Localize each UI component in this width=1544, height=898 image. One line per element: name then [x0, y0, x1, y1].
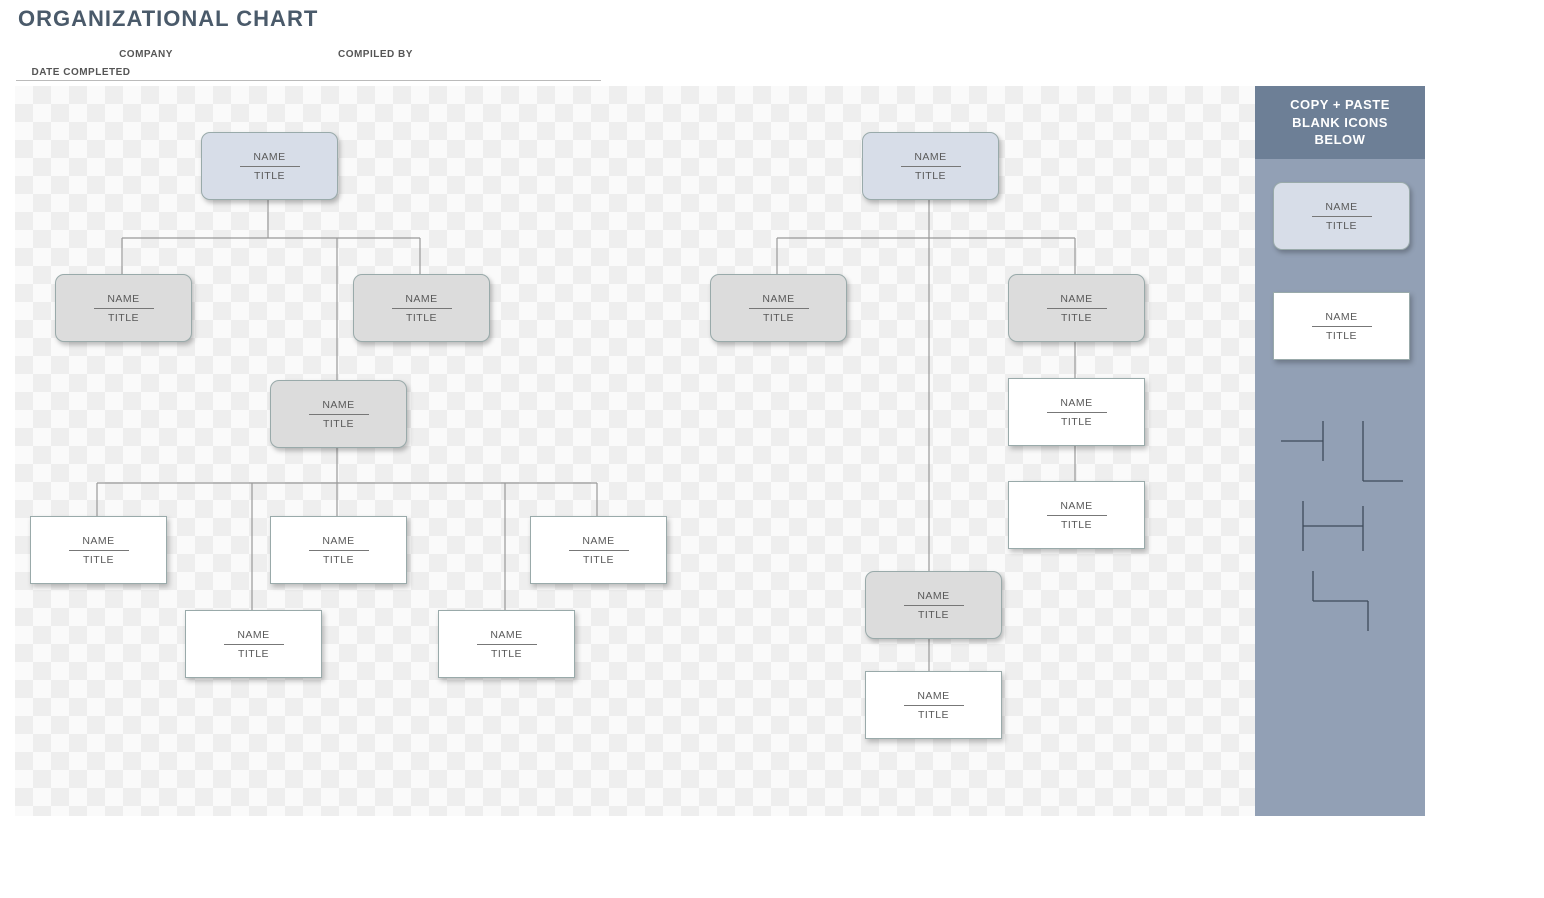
node-name: NAME [82, 535, 114, 547]
node-name: NAME [490, 629, 522, 641]
org-node[interactable]: NAME TITLE [1008, 378, 1145, 446]
node-title: TITLE [1326, 330, 1357, 342]
node-title: TITLE [83, 554, 114, 566]
sidebar-templates: COPY + PASTE BLANK ICONS BELOW NAME TITL… [1255, 86, 1425, 816]
org-node[interactable]: NAME TITLE [270, 380, 407, 448]
node-name: NAME [322, 535, 354, 547]
sb-h1: COPY + PASTE [1290, 97, 1390, 112]
org-node[interactable]: NAME TITLE [1008, 274, 1145, 342]
node-title: TITLE [323, 418, 354, 430]
node-title: TITLE [763, 312, 794, 324]
node-name: NAME [237, 629, 269, 641]
org-node[interactable]: NAME TITLE [30, 516, 167, 584]
org-node[interactable]: NAME TITLE [865, 671, 1002, 739]
node-name: NAME [1060, 500, 1092, 512]
org-node[interactable]: NAME TITLE [270, 516, 407, 584]
meta-company: COMPANY [16, 47, 276, 62]
connector-template-l[interactable] [1273, 496, 1408, 556]
org-node[interactable]: NAME TITLE [438, 610, 575, 678]
node-name: NAME [914, 151, 946, 163]
node-name: NAME [1325, 311, 1357, 323]
connector-template-t[interactable] [1273, 416, 1408, 486]
node-title: TITLE [108, 312, 139, 324]
node-title: TITLE [1326, 220, 1357, 232]
node-title: TITLE [918, 609, 949, 621]
node-title: TITLE [1061, 416, 1092, 428]
node-name: NAME [1325, 201, 1357, 213]
org-node-root-left[interactable]: NAME TITLE [201, 132, 338, 200]
node-name: NAME [917, 590, 949, 602]
node-title: TITLE [583, 554, 614, 566]
node-title: TITLE [254, 170, 285, 182]
org-node-root-right[interactable]: NAME TITLE [862, 132, 999, 200]
node-title: TITLE [238, 648, 269, 660]
meta-compiled-by: COMPILED BY [280, 47, 470, 62]
org-chart-canvas[interactable]: NAMETITLE NAMETITLE NAMETITLE NAMETITLE … [15, 86, 1255, 816]
node-name: NAME [582, 535, 614, 547]
node-title: TITLE [491, 648, 522, 660]
node-title: TITLE [406, 312, 437, 324]
node-name: NAME [917, 690, 949, 702]
sb-h3: BELOW [1315, 132, 1366, 147]
connector-template-step[interactable] [1273, 566, 1408, 636]
template-node-white[interactable]: NAME TITLE [1273, 292, 1410, 360]
node-name: NAME [253, 151, 285, 163]
node-title: TITLE [918, 709, 949, 721]
org-node[interactable]: NAME TITLE [865, 571, 1002, 639]
meta-row: COMPANY COMPILED BY DATE COMPLETED [16, 44, 601, 81]
org-node[interactable]: NAME TITLE [1008, 481, 1145, 549]
node-name: NAME [107, 293, 139, 305]
sb-h2: BLANK ICONS [1292, 115, 1388, 130]
org-node[interactable]: NAME TITLE [185, 610, 322, 678]
meta-date-completed: DATE COMPLETED [16, 65, 146, 80]
connectors [15, 86, 1255, 816]
node-title: TITLE [915, 170, 946, 182]
page-title: ORGANIZATIONAL CHART [18, 6, 318, 32]
org-node[interactable]: NAME TITLE [353, 274, 490, 342]
node-title: TITLE [323, 554, 354, 566]
node-name: NAME [1060, 293, 1092, 305]
node-title: TITLE [1061, 312, 1092, 324]
node-name: NAME [322, 399, 354, 411]
org-node[interactable]: NAME TITLE [530, 516, 667, 584]
node-name: NAME [1060, 397, 1092, 409]
node-name: NAME [762, 293, 794, 305]
template-node-blue[interactable]: NAME TITLE [1273, 182, 1410, 250]
sidebar-heading: COPY + PASTE BLANK ICONS BELOW [1255, 86, 1425, 159]
org-node[interactable]: NAME TITLE [710, 274, 847, 342]
node-name: NAME [405, 293, 437, 305]
node-title: TITLE [1061, 519, 1092, 531]
org-node[interactable]: NAME TITLE [55, 274, 192, 342]
